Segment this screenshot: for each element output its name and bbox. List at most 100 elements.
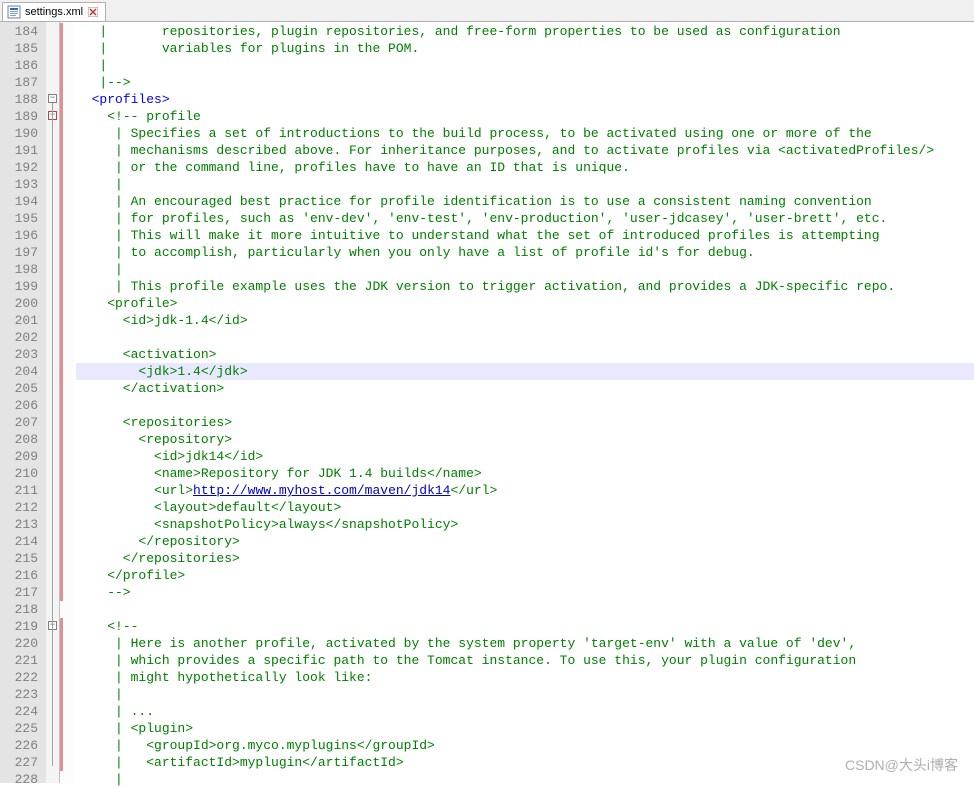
line-number: 222 <box>0 669 46 686</box>
line-number: 188 <box>0 91 46 108</box>
line-number: 223 <box>0 686 46 703</box>
code-line[interactable]: | <box>76 176 974 193</box>
code-area[interactable]: | repositories, plugin repositories, and… <box>74 22 974 783</box>
code-line[interactable]: | might hypothetically look like: <box>76 669 974 686</box>
code-line[interactable]: </activation> <box>76 380 974 397</box>
code-line[interactable]: <repositories> <box>76 414 974 431</box>
code-line[interactable]: |--> <box>76 74 974 91</box>
code-line[interactable]: <id>jdk14</id> <box>76 448 974 465</box>
line-number: 206 <box>0 397 46 414</box>
line-number: 209 <box>0 448 46 465</box>
line-number: 228 <box>0 771 46 788</box>
change-marker <box>60 618 63 771</box>
file-tab[interactable]: settings.xml <box>2 2 106 21</box>
fold-column[interactable]: −−− <box>46 22 60 783</box>
code-line[interactable]: <layout>default</layout> <box>76 499 974 516</box>
code-line[interactable]: | <box>76 261 974 278</box>
line-number: 194 <box>0 193 46 210</box>
line-number: 227 <box>0 754 46 771</box>
line-number: 226 <box>0 737 46 754</box>
line-number: 210 <box>0 465 46 482</box>
line-number: 196 <box>0 227 46 244</box>
line-number: 217 <box>0 584 46 601</box>
line-number: 213 <box>0 516 46 533</box>
line-number: 216 <box>0 567 46 584</box>
code-line[interactable]: | <artifactId>myplugin</artifactId> <box>76 754 974 771</box>
code-line[interactable]: <snapshotPolicy>always</snapshotPolicy> <box>76 516 974 533</box>
code-line[interactable]: | which provides a specific path to the … <box>76 652 974 669</box>
code-line[interactable]: | or the command line, profiles have to … <box>76 159 974 176</box>
code-line[interactable]: | repositories, plugin repositories, and… <box>76 23 974 40</box>
line-number: 220 <box>0 635 46 652</box>
line-number: 215 <box>0 550 46 567</box>
code-line[interactable]: <!-- profile <box>76 108 974 125</box>
line-number: 208 <box>0 431 46 448</box>
line-number: 201 <box>0 312 46 329</box>
line-number: 191 <box>0 142 46 159</box>
line-number: 192 <box>0 159 46 176</box>
line-number: 185 <box>0 40 46 57</box>
line-number: 205 <box>0 380 46 397</box>
editor-area: 1841851861871881891901911921931941951961… <box>0 22 974 783</box>
line-number: 204 <box>0 363 46 380</box>
line-number: 219 <box>0 618 46 635</box>
code-line[interactable]: | <plugin> <box>76 720 974 737</box>
line-number: 187 <box>0 74 46 91</box>
code-line[interactable]: <id>jdk-1.4</id> <box>76 312 974 329</box>
code-line[interactable]: | variables for plugins in the POM. <box>76 40 974 57</box>
code-line[interactable]: | This profile example uses the JDK vers… <box>76 278 974 295</box>
close-icon[interactable] <box>87 6 99 18</box>
change-margin <box>60 22 74 783</box>
code-line[interactable]: | An encouraged best practice for profil… <box>76 193 974 210</box>
code-line[interactable]: <profiles> <box>76 91 974 108</box>
line-number: 186 <box>0 57 46 74</box>
code-line[interactable]: | mechanisms described above. For inheri… <box>76 142 974 159</box>
line-number: 225 <box>0 720 46 737</box>
line-number: 190 <box>0 125 46 142</box>
line-number: 202 <box>0 329 46 346</box>
line-number: 218 <box>0 601 46 618</box>
line-number: 221 <box>0 652 46 669</box>
code-line[interactable]: <!-- <box>76 618 974 635</box>
line-number: 184 <box>0 23 46 40</box>
tab-filename: settings.xml <box>25 6 83 18</box>
line-number: 198 <box>0 261 46 278</box>
code-line[interactable]: <name>Repository for JDK 1.4 builds</nam… <box>76 465 974 482</box>
line-number: 203 <box>0 346 46 363</box>
change-marker <box>60 23 63 601</box>
line-number: 193 <box>0 176 46 193</box>
fold-toggle[interactable]: − <box>48 94 57 103</box>
code-line[interactable]: | Here is another profile, activated by … <box>76 635 974 652</box>
code-line[interactable] <box>76 397 974 414</box>
code-line[interactable]: | Specifies a set of introductions to th… <box>76 125 974 142</box>
code-line[interactable]: </profile> <box>76 567 974 584</box>
code-line[interactable]: <repository> <box>76 431 974 448</box>
code-line[interactable]: <jdk>1.4</jdk> <box>76 363 974 380</box>
code-line[interactable]: <profile> <box>76 295 974 312</box>
code-line[interactable]: <url>http://www.myhost.com/maven/jdk14</… <box>76 482 974 499</box>
line-number: 211 <box>0 482 46 499</box>
code-line[interactable] <box>76 329 974 346</box>
code-line[interactable]: </repository> <box>76 533 974 550</box>
line-number: 207 <box>0 414 46 431</box>
code-line[interactable]: | for profiles, such as 'env-dev', 'env-… <box>76 210 974 227</box>
code-line[interactable]: --> <box>76 584 974 601</box>
line-number: 214 <box>0 533 46 550</box>
code-line[interactable]: | <box>76 57 974 74</box>
code-line[interactable]: | <box>76 771 974 788</box>
xml-file-icon <box>7 5 21 19</box>
code-line[interactable]: | ... <box>76 703 974 720</box>
code-line[interactable] <box>76 601 974 618</box>
code-line[interactable]: </repositories> <box>76 550 974 567</box>
line-number: 189 <box>0 108 46 125</box>
code-line[interactable]: <activation> <box>76 346 974 363</box>
code-line[interactable]: | <groupId>org.myco.myplugins</groupId> <box>76 737 974 754</box>
line-number: 199 <box>0 278 46 295</box>
code-line[interactable]: | This will make it more intuitive to un… <box>76 227 974 244</box>
line-number-gutter: 1841851861871881891901911921931941951961… <box>0 22 46 783</box>
code-line[interactable]: | to accomplish, particularly when you o… <box>76 244 974 261</box>
code-line[interactable]: | <box>76 686 974 703</box>
line-number: 200 <box>0 295 46 312</box>
line-number: 212 <box>0 499 46 516</box>
line-number: 197 <box>0 244 46 261</box>
